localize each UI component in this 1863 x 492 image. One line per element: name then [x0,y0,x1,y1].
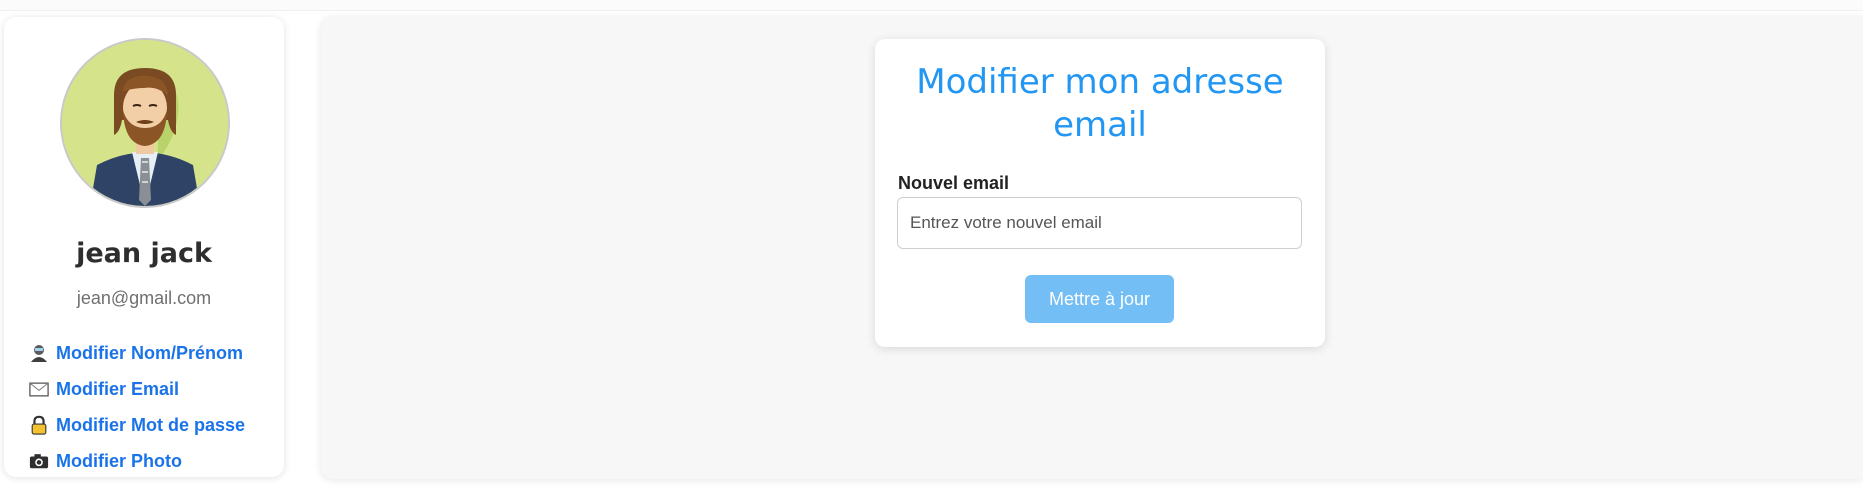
avatar [60,38,230,208]
edit-email-card: Modifier mon adresse email Nouvel email … [875,39,1325,347]
camera-icon [28,450,50,472]
update-button[interactable]: Mettre à jour [1025,275,1174,323]
email-field-label: Nouvel email [898,173,1010,193]
lock-icon [28,414,50,436]
profile-nav: Modifier Nom/Prénom Modifier Email Modif… [28,335,278,479]
envelope-icon [28,378,50,400]
page-title: Modifier mon adresse email [916,62,1284,145]
avatar-illustration [62,40,228,206]
user-name: jean jack [76,238,212,269]
nav-item-label: Modifier Nom/Prénom [56,342,244,363]
top-bar [0,0,1863,11]
person-icon [28,342,50,364]
nav-item-label: Modifier Photo [56,450,182,471]
nav-item-edit-name[interactable]: Modifier Nom/Prénom [28,335,278,371]
nav-item-label: Modifier Mot de passe [56,414,246,435]
nav-item-edit-password[interactable]: Modifier Mot de passe [28,407,278,443]
nav-item-edit-photo[interactable]: Modifier Photo [28,443,278,479]
profile-sidebar: jean jack jean@gmail.com Modifier Nom/Pr… [4,17,284,477]
nav-item-edit-email[interactable]: Modifier Email [28,371,278,407]
email-field[interactable] [897,197,1302,249]
user-email: jean@gmail.com [76,288,212,308]
nav-item-label: Modifier Email [56,378,180,399]
